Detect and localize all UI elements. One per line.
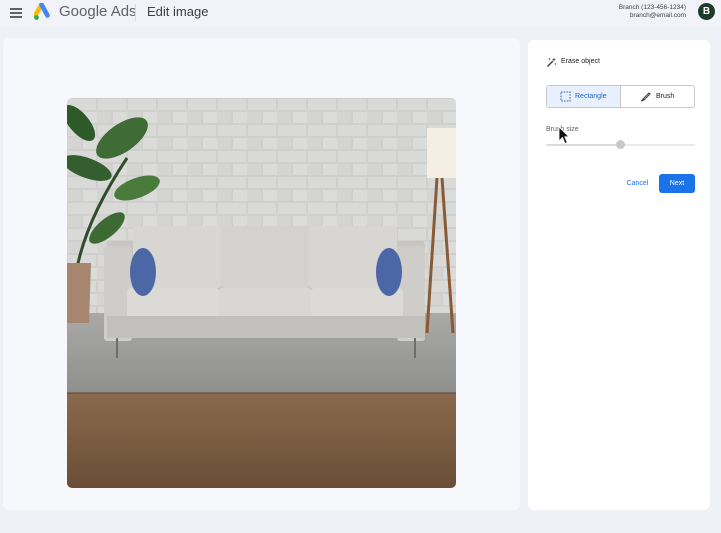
next-button[interactable]: Next: [659, 174, 695, 193]
account-email: branch@email.com: [629, 12, 686, 19]
hamburger-menu-icon[interactable]: [10, 8, 22, 18]
mouse-pointer-icon: [558, 126, 570, 145]
brush-mode-label: Brush: [656, 93, 675, 100]
erase-object-panel: Erase object Rectangle Brush Brush size …: [528, 40, 710, 510]
image-canvas-panel: [3, 38, 520, 510]
editable-image[interactable]: [67, 98, 456, 488]
rectangle-mode-label: Rectangle: [575, 93, 607, 100]
brush-mode-button[interactable]: Brush: [621, 86, 694, 107]
page-title: Edit image: [147, 4, 209, 19]
brush-icon: [641, 92, 651, 102]
magic-wand-icon: [547, 57, 557, 67]
slider-thumb[interactable]: [616, 140, 625, 149]
avatar[interactable]: B: [698, 3, 715, 20]
rectangle-select-icon: [560, 91, 571, 102]
cancel-button[interactable]: Cancel: [621, 174, 654, 193]
account-info[interactable]: Branch (123-456-1234) branch@email.com: [619, 4, 686, 20]
google-ads-logo-icon: [34, 3, 50, 20]
brand-name: Google Ads: [59, 3, 137, 20]
account-name: Branch (123-456-1234): [618, 4, 686, 11]
header-divider: [135, 4, 136, 21]
rectangle-mode-button[interactable]: Rectangle: [547, 86, 621, 107]
tool-title: Erase object: [561, 58, 600, 65]
selection-mode-toggle: Rectangle Brush: [546, 85, 695, 108]
top-bar: Google Ads Edit image Branch (123-456-12…: [0, 0, 721, 26]
